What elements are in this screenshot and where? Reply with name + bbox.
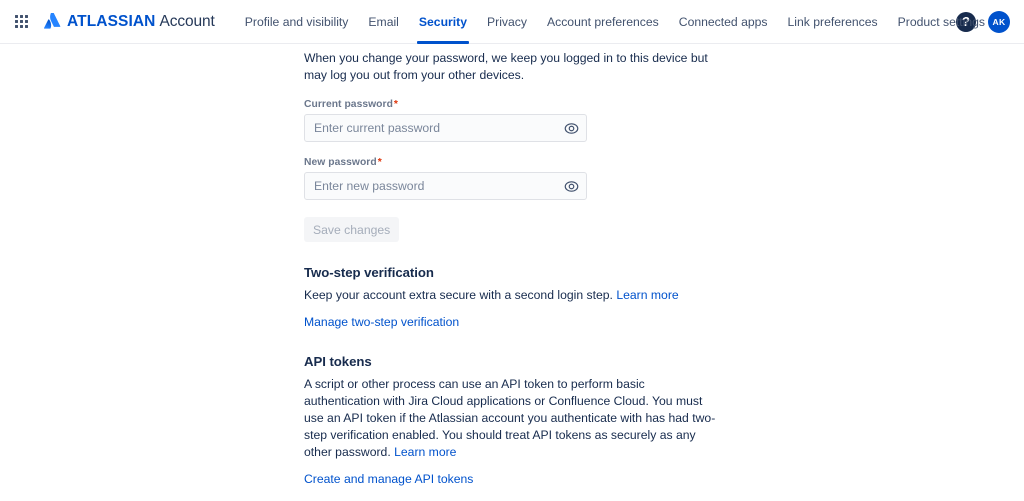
two-step-verification-body-text: Keep your account extra secure with a se… [304,288,613,302]
two-step-verification-section: Two-step verification Keep your account … [304,265,722,331]
primary-nav-tabs: Profile and visibility Email Security Pr… [235,0,985,44]
api-tokens-body: A script or other process can use an API… [304,376,720,461]
current-password-label: Current password* [304,99,722,110]
new-password-input[interactable] [305,173,586,199]
manage-two-step-verification-link[interactable]: Manage two-step verification [304,315,459,330]
brand-account-text: Account [159,12,215,30]
current-password-field-group: Current password* [304,99,722,142]
tab-account-preferences[interactable]: Account preferences [537,0,669,43]
new-password-field-group: New password* [304,157,722,200]
tab-link-preferences[interactable]: Link preferences [778,0,888,43]
atlassian-account-home-link[interactable]: ATLASSIAN Account [44,13,215,30]
tab-connected-apps[interactable]: Connected apps [669,0,778,43]
brand-wordmark: ATLASSIAN Account [67,14,215,30]
tab-email[interactable]: Email [358,0,408,43]
new-password-label-text: New password [304,157,377,168]
new-password-label: New password* [304,157,722,168]
current-password-reveal-button[interactable] [563,120,579,136]
eye-icon [564,180,578,192]
new-password-reveal-button[interactable] [563,178,579,194]
create-and-manage-api-tokens-link[interactable]: Create and manage API tokens [304,472,473,487]
top-navigation-bar: ATLASSIAN Account Profile and visibility … [0,0,1024,44]
new-password-required-marker: * [377,157,382,168]
change-password-intro-text: When you change your password, we keep y… [304,51,708,82]
new-password-input-wrap [304,172,587,200]
two-step-verification-body: Keep your account extra secure with a se… [304,287,718,304]
two-step-learn-more-link[interactable]: Learn more [616,288,678,302]
api-tokens-section: API tokens A script or other process can… [304,354,722,488]
security-page: When you change your password, we keep y… [0,44,1024,501]
current-password-required-marker: * [393,99,398,110]
two-step-verification-title: Two-step verification [304,265,434,280]
api-tokens-title: API tokens [304,354,372,369]
grid-icon [14,15,28,28]
app-switcher-button[interactable] [8,9,34,35]
api-tokens-body-text: A script or other process can use an API… [304,377,716,459]
current-password-input-wrap [304,114,587,142]
tab-security[interactable]: Security [409,0,477,44]
security-content-column: When you change your password, we keep y… [304,44,722,501]
tab-product-settings[interactable]: Product settings [888,0,995,43]
api-tokens-learn-more-link[interactable]: Learn more [394,445,456,459]
current-password-label-text: Current password [304,99,393,110]
eye-icon [564,122,578,134]
tab-privacy[interactable]: Privacy [477,0,537,43]
current-password-input[interactable] [305,115,586,141]
save-changes-button[interactable]: Save changes [304,217,400,242]
atlassian-logo-icon [44,13,61,29]
brand-atlassian-text: ATLASSIAN [67,12,156,30]
tab-profile-and-visibility[interactable]: Profile and visibility [235,0,359,43]
